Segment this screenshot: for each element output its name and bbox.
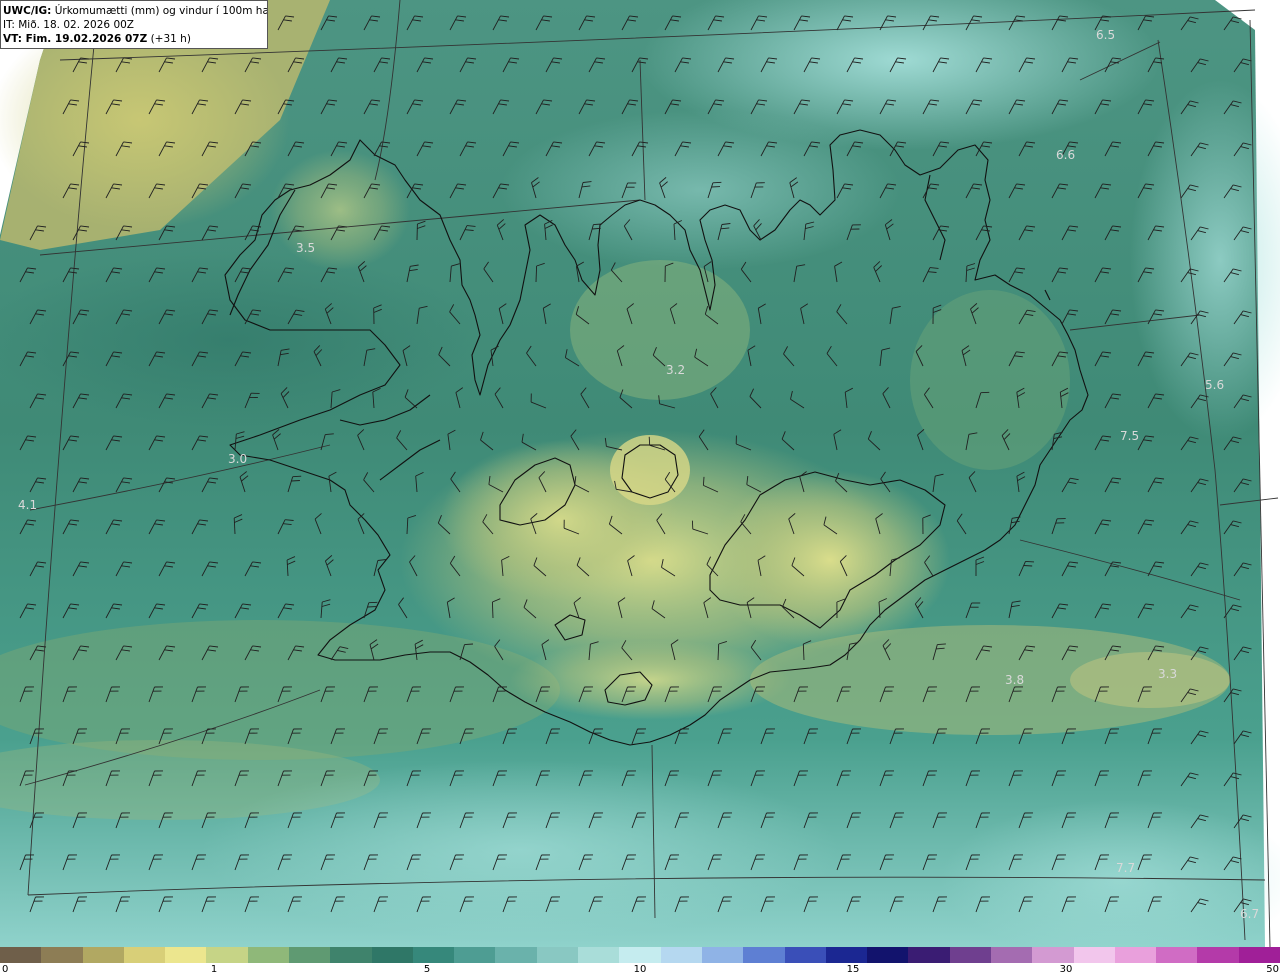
map-canvas: 6.5 6.6 3.5 3.2 5.6 7.5 3.0 4.1 3.8 3.3 … (0, 0, 1280, 947)
colorbar-strip (0, 947, 1280, 963)
product-name: Úrkomumætti (mm) og vindur í 100m hæð (54, 5, 268, 17)
colorbar-segment (743, 947, 785, 963)
colorbar-segment (41, 947, 83, 963)
value-label: 3.2 (666, 363, 685, 377)
colorbar-segment (289, 947, 330, 963)
colorbar-legend: 0 1 5 10 15 30 50 (0, 947, 1280, 978)
colorbar-segment (826, 947, 867, 963)
colorbar-segment (702, 947, 743, 963)
colorbar-segment (0, 947, 41, 963)
value-label: 4.1 (18, 498, 37, 512)
colorbar-segment (1197, 947, 1239, 963)
colorbar-segment (454, 947, 495, 963)
colorbar-segment (991, 947, 1032, 963)
model-code: UWC/IG: (3, 5, 52, 17)
colorbar-segment (785, 947, 826, 963)
colorbar-segment (495, 947, 537, 963)
colorbar-segment (206, 947, 248, 963)
value-label: 3.0 (228, 452, 247, 466)
colorbar-segment (330, 947, 372, 963)
value-label: 3.3 (1158, 667, 1177, 681)
colorbar-tick-label: 0 (2, 964, 9, 975)
colorbar-segment (1239, 947, 1280, 963)
colorbar-segment (1115, 947, 1156, 963)
value-label: 6.6 (1056, 148, 1075, 162)
colorbar-tick-label: 5 (423, 964, 431, 975)
value-label: 7.7 (1116, 861, 1135, 875)
value-label: 3.5 (296, 241, 315, 255)
colorbar-segment (537, 947, 578, 963)
colorbar-segment (413, 947, 454, 963)
colorbar-segment (867, 947, 908, 963)
header-line-product: UWC/IG: Úrkomumætti (mm) og vindur í 100… (3, 4, 267, 18)
valid-time: VT: Fim. 19.02.2026 07Z (3, 33, 148, 45)
colorbar-tick-label: 15 (846, 964, 860, 975)
header-line-valid: VT: Fim. 19.02.2026 07Z (+31 h) (3, 32, 267, 46)
value-label: 6.7 (1240, 907, 1259, 921)
value-label: 7.5 (1120, 429, 1139, 443)
colorbar-segment (1032, 947, 1074, 963)
value-label: 6.5 (1096, 28, 1115, 42)
colorbar-tick-label: 50 (1266, 964, 1279, 975)
colorbar-segment (248, 947, 289, 963)
colorbar-tick-label: 1 (210, 964, 218, 975)
colorbar-segment (83, 947, 124, 963)
lead-time: (+31 h) (150, 33, 191, 45)
value-label: 5.6 (1205, 378, 1224, 392)
colorbar-segment (1074, 947, 1115, 963)
colorbar-segment (908, 947, 950, 963)
colorbar-segment (124, 947, 165, 963)
colorbar-segment (661, 947, 702, 963)
value-label: 3.8 (1005, 673, 1024, 687)
init-time: IT: Mið. 18. 02. 2026 00Z (3, 19, 134, 31)
colorbar-tick-label: 30 (1059, 964, 1073, 975)
colorbar-segment (578, 947, 619, 963)
colorbar-segment (950, 947, 991, 963)
colorbar-tick-label: 10 (633, 964, 647, 975)
colorbar-segment (372, 947, 413, 963)
forecast-map-view: 6.5 6.6 3.5 3.2 5.6 7.5 3.0 4.1 3.8 3.3 … (0, 0, 1280, 978)
colorbar-segment (165, 947, 206, 963)
colorbar-segment (1156, 947, 1197, 963)
colorbar-segment (619, 947, 661, 963)
map-header: UWC/IG: Úrkomumætti (mm) og vindur í 100… (0, 0, 268, 49)
